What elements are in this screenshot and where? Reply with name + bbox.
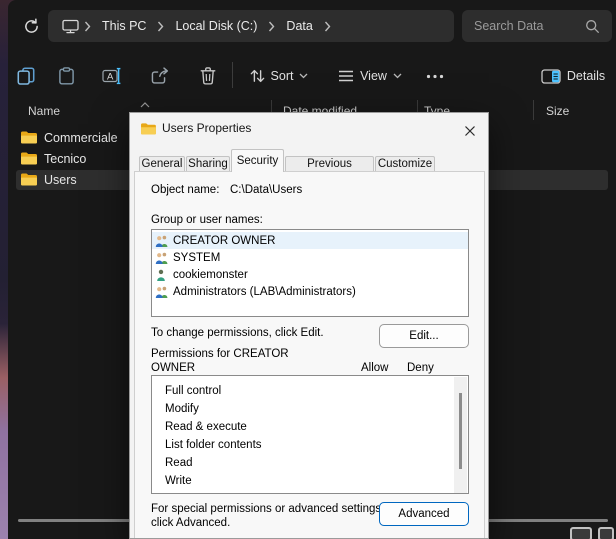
users-properties-dialog: Users Properties General Sharing Securit… <box>129 112 489 539</box>
object-name-value: C:\Data\Users <box>230 184 302 196</box>
view-label: View <box>360 69 387 83</box>
rename-button[interactable]: A <box>94 62 130 90</box>
share-icon <box>151 67 169 85</box>
edit-button[interactable]: Edit... <box>379 324 469 348</box>
refresh-icon <box>23 18 40 35</box>
permissions-listbox[interactable]: Full control Modify Read & execute List … <box>151 375 469 494</box>
view-icon <box>338 69 354 83</box>
close-button[interactable] <box>458 119 482 143</box>
details-pane-button[interactable]: Details <box>534 62 612 90</box>
details-label: Details <box>567 69 605 83</box>
delete-icon <box>200 67 216 85</box>
search-placeholder: Search Data <box>462 19 585 33</box>
delete-button[interactable] <box>190 62 226 90</box>
permission-row[interactable]: Read <box>152 454 468 472</box>
sort-ascending-icon <box>140 95 150 113</box>
breadcrumb-local-disk-c[interactable]: Local Disk (C:) <box>169 19 263 33</box>
search-input[interactable]: Search Data <box>462 10 612 42</box>
advanced-hint-line2: click Advanced. <box>151 517 230 529</box>
thumbnail-view-toggle-icon[interactable] <box>598 527 614 539</box>
copy-button[interactable] <box>8 62 44 90</box>
permission-row[interactable]: Write <box>152 472 468 490</box>
permission-row[interactable]: Read & execute <box>152 418 468 436</box>
permission-row[interactable]: Special permissions <box>152 490 468 494</box>
sort-label: Sort <box>271 69 294 83</box>
security-tab-page: Object name: C:\Data\Users Group or user… <box>134 171 485 539</box>
group-name: CREATOR OWNER <box>173 235 275 247</box>
chevron-right-icon <box>152 21 169 32</box>
share-button[interactable] <box>142 62 178 90</box>
address-bar[interactable]: This PC Local Disk (C:) Data <box>48 10 454 42</box>
folder-icon <box>20 130 37 149</box>
user-icon <box>155 269 169 281</box>
chevron-right-icon <box>263 21 280 32</box>
permissions-label-line1: Permissions for CREATOR <box>151 348 289 360</box>
rename-icon: A <box>102 67 122 85</box>
paste-icon <box>58 67 75 85</box>
folder-icon <box>140 122 156 138</box>
column-header-name[interactable]: Name <box>28 102 60 120</box>
group-name: Administrators (LAB\Administrators) <box>173 286 356 298</box>
desktop: This PC Local Disk (C:) Data Search Data <box>0 0 616 539</box>
this-pc-icon <box>48 19 79 34</box>
close-icon <box>464 125 476 137</box>
tab-sharing[interactable]: Sharing <box>186 156 230 171</box>
advanced-hint-line1: For special permissions or advanced sett… <box>151 503 384 515</box>
permissions-label-line2: OWNER <box>151 362 195 374</box>
view-button[interactable]: View <box>330 62 410 90</box>
tab-previous-versions[interactable]: Previous Versions <box>285 156 374 171</box>
chevron-right-icon <box>79 21 96 32</box>
more-icon <box>426 74 444 79</box>
folder-icon <box>20 151 37 170</box>
details-pane-icon <box>541 69 561 84</box>
group-icon <box>155 286 169 298</box>
chevron-down-icon <box>393 73 402 79</box>
list-item[interactable]: SYSTEM <box>152 249 468 266</box>
permissions-scrollbar[interactable] <box>454 377 467 494</box>
allow-column-label: Allow <box>361 362 388 374</box>
tab-general[interactable]: General <box>139 156 185 171</box>
permission-row[interactable]: List folder contents <box>152 436 468 454</box>
group-icon <box>155 252 169 264</box>
edit-hint: To change permissions, click Edit. <box>151 327 324 339</box>
tab-customize[interactable]: Customize <box>375 156 435 171</box>
group-user-listbox[interactable]: CREATOR OWNER SYSTEM cookiemonster <box>151 229 469 317</box>
deny-column-label: Deny <box>407 362 434 374</box>
sort-icon <box>250 69 265 83</box>
file-row-commerciale[interactable]: Commerciale <box>44 128 118 148</box>
group-name: SYSTEM <box>173 252 220 264</box>
paste-button[interactable] <box>48 62 84 90</box>
file-row-tecnico[interactable]: Tecnico <box>44 149 86 169</box>
chevron-down-icon <box>299 73 308 79</box>
scrollbar-thumb[interactable] <box>459 393 462 469</box>
chevron-right-icon <box>319 21 336 32</box>
advanced-button[interactable]: Advanced <box>379 502 469 526</box>
permission-row[interactable]: Modify <box>152 400 468 418</box>
toolbar-divider <box>232 62 233 88</box>
svg-text:A: A <box>107 71 114 82</box>
details-view-toggle-icon[interactable] <box>570 527 592 539</box>
file-row-users[interactable]: Users <box>44 170 77 190</box>
breadcrumb-data[interactable]: Data <box>280 19 318 33</box>
dialog-title: Users Properties <box>162 121 251 135</box>
user-name: cookiemonster <box>173 269 248 281</box>
list-item[interactable]: cookiemonster <box>152 266 468 283</box>
list-item[interactable]: Administrators (LAB\Administrators) <box>152 283 468 300</box>
group-icon <box>155 235 169 247</box>
permission-row[interactable]: Full control <box>152 382 468 400</box>
column-divider[interactable] <box>533 100 534 120</box>
copy-icon <box>17 67 35 85</box>
object-name-label: Object name: <box>151 184 219 196</box>
sort-button[interactable]: Sort <box>242 62 316 90</box>
search-icon <box>585 19 612 34</box>
list-item[interactable]: CREATOR OWNER <box>152 232 468 249</box>
refresh-button[interactable] <box>20 14 42 38</box>
folder-icon <box>20 172 37 191</box>
tab-security[interactable]: Security <box>231 149 284 172</box>
breadcrumb-this-pc[interactable]: This PC <box>96 19 152 33</box>
more-button[interactable] <box>418 62 452 90</box>
group-list-label: Group or user names: <box>151 214 263 226</box>
column-header-size[interactable]: Size <box>546 102 569 120</box>
